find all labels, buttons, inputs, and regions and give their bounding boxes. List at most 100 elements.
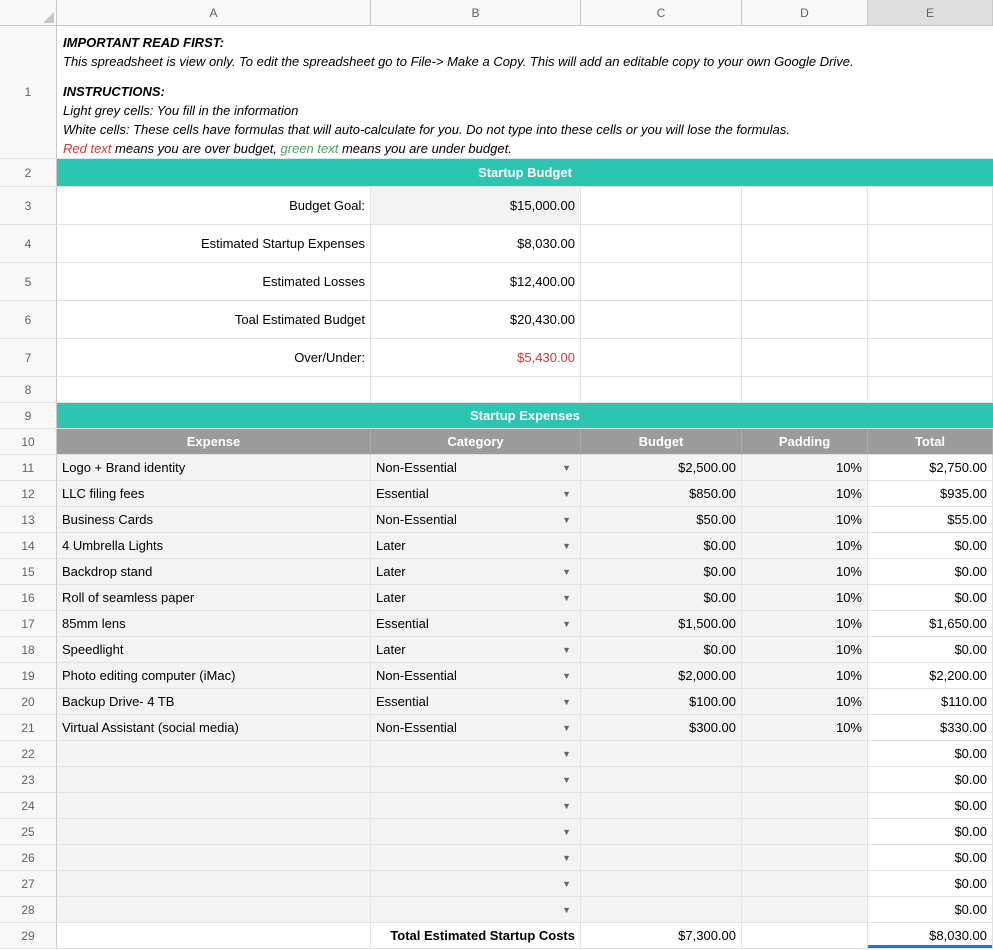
row-number[interactable]: 15 — [0, 559, 57, 585]
dropdown-arrow-icon[interactable]: ▼ — [562, 749, 575, 759]
budget-cell[interactable]: $1,500.00 — [581, 611, 742, 637]
grand-total-cell[interactable]: $8,030.00 — [868, 923, 993, 949]
total-cell[interactable]: $0.00 — [868, 741, 993, 767]
row-number[interactable]: 29 — [0, 923, 57, 949]
row-number[interactable]: 1 — [0, 26, 57, 159]
row-number[interactable]: 13 — [0, 507, 57, 533]
empty-cell[interactable] — [581, 225, 742, 263]
empty-cell[interactable] — [742, 263, 868, 301]
category-cell[interactable]: Later▼ — [371, 559, 581, 585]
padding-cell[interactable]: 10% — [742, 689, 868, 715]
budget-cell[interactable] — [581, 845, 742, 871]
expenses-section-title[interactable]: Startup Expenses — [57, 403, 993, 429]
padding-cell[interactable]: 10% — [742, 507, 868, 533]
padding-cell[interactable] — [742, 845, 868, 871]
empty-cell[interactable] — [581, 301, 742, 339]
budget-label-cell[interactable]: Over/Under: — [57, 339, 371, 377]
budget-cell[interactable] — [581, 793, 742, 819]
budget-cell[interactable] — [581, 767, 742, 793]
column-header-c[interactable]: C — [581, 0, 742, 26]
dropdown-arrow-icon[interactable]: ▼ — [562, 567, 575, 577]
budget-label-cell[interactable]: Budget Goal: — [57, 187, 371, 225]
category-cell[interactable]: ▼ — [371, 845, 581, 871]
row-number[interactable]: 23 — [0, 767, 57, 793]
category-cell[interactable]: Non-Essential▼ — [371, 507, 581, 533]
category-cell[interactable]: Later▼ — [371, 585, 581, 611]
dropdown-arrow-icon[interactable]: ▼ — [562, 541, 575, 551]
budget-cell[interactable] — [581, 897, 742, 923]
padding-cell[interactable]: 10% — [742, 585, 868, 611]
expense-name-cell[interactable]: LLC filing fees — [57, 481, 371, 507]
budget-cell[interactable]: $0.00 — [581, 637, 742, 663]
empty-cell[interactable] — [742, 923, 868, 949]
dropdown-arrow-icon[interactable]: ▼ — [562, 827, 575, 837]
row-number[interactable]: 25 — [0, 819, 57, 845]
total-cell[interactable]: $110.00 — [868, 689, 993, 715]
budget-label-cell[interactable]: Estimated Startup Expenses — [57, 225, 371, 263]
expense-name-cell[interactable]: Backup Drive- 4 TB — [57, 689, 371, 715]
column-header-b[interactable]: B — [371, 0, 581, 26]
category-cell[interactable]: Essential▼ — [371, 611, 581, 637]
expense-name-cell[interactable] — [57, 897, 371, 923]
row-number[interactable]: 19 — [0, 663, 57, 689]
expense-name-cell[interactable]: 4 Umbrella Lights — [57, 533, 371, 559]
total-cell[interactable]: $935.00 — [868, 481, 993, 507]
column-header-d[interactable]: D — [742, 0, 868, 26]
row-number[interactable]: 6 — [0, 301, 57, 339]
empty-cell[interactable] — [868, 301, 993, 339]
padding-cell[interactable] — [742, 897, 868, 923]
total-cell[interactable]: $0.00 — [868, 897, 993, 923]
total-cell[interactable]: $0.00 — [868, 845, 993, 871]
expense-name-cell[interactable]: Roll of seamless paper — [57, 585, 371, 611]
header-padding[interactable]: Padding — [742, 429, 868, 455]
expense-name-cell[interactable]: Virtual Assistant (social media) — [57, 715, 371, 741]
dropdown-arrow-icon[interactable]: ▼ — [562, 515, 575, 525]
budget-label-cell[interactable]: Estimated Losses — [57, 263, 371, 301]
total-cell[interactable]: $0.00 — [868, 585, 993, 611]
total-budget-cell[interactable]: $7,300.00 — [581, 923, 742, 949]
budget-value-cell[interactable]: $12,400.00 — [371, 263, 581, 301]
expense-name-cell[interactable] — [57, 767, 371, 793]
expense-name-cell[interactable] — [57, 845, 371, 871]
total-cell[interactable]: $0.00 — [868, 767, 993, 793]
total-cell[interactable]: $330.00 — [868, 715, 993, 741]
row-number[interactable]: 4 — [0, 225, 57, 263]
budget-cell[interactable]: $0.00 — [581, 585, 742, 611]
header-expense[interactable]: Expense — [57, 429, 371, 455]
budget-value-cell[interactable]: $20,430.00 — [371, 301, 581, 339]
budget-cell[interactable]: $0.00 — [581, 559, 742, 585]
padding-cell[interactable]: 10% — [742, 533, 868, 559]
padding-cell[interactable]: 10% — [742, 455, 868, 481]
padding-cell[interactable] — [742, 871, 868, 897]
select-all-corner[interactable] — [0, 0, 57, 26]
category-cell[interactable]: ▼ — [371, 741, 581, 767]
dropdown-arrow-icon[interactable]: ▼ — [562, 879, 575, 889]
expense-name-cell[interactable] — [57, 819, 371, 845]
dropdown-arrow-icon[interactable]: ▼ — [562, 801, 575, 811]
empty-cell[interactable] — [57, 923, 371, 949]
column-header-e[interactable]: E — [868, 0, 993, 26]
padding-cell[interactable]: 10% — [742, 481, 868, 507]
budget-cell[interactable] — [581, 819, 742, 845]
instructions-cell[interactable]: IMPORTANT READ FIRST: This spreadsheet i… — [57, 26, 993, 159]
total-cell[interactable]: $55.00 — [868, 507, 993, 533]
category-cell[interactable]: ▼ — [371, 897, 581, 923]
row-number[interactable]: 24 — [0, 793, 57, 819]
budget-cell[interactable]: $100.00 — [581, 689, 742, 715]
padding-cell[interactable]: 10% — [742, 637, 868, 663]
category-cell[interactable]: ▼ — [371, 819, 581, 845]
dropdown-arrow-icon[interactable]: ▼ — [562, 463, 575, 473]
empty-cell[interactable] — [742, 225, 868, 263]
empty-cell[interactable] — [581, 263, 742, 301]
row-number[interactable]: 21 — [0, 715, 57, 741]
expense-name-cell[interactable]: Photo editing computer (iMac) — [57, 663, 371, 689]
row-number[interactable]: 28 — [0, 897, 57, 923]
row-number[interactable]: 18 — [0, 637, 57, 663]
budget-cell[interactable]: $50.00 — [581, 507, 742, 533]
category-cell[interactable]: Later▼ — [371, 533, 581, 559]
dropdown-arrow-icon[interactable]: ▼ — [562, 593, 575, 603]
empty-cell[interactable] — [742, 187, 868, 225]
padding-cell[interactable]: 10% — [742, 663, 868, 689]
total-cell[interactable]: $2,750.00 — [868, 455, 993, 481]
dropdown-arrow-icon[interactable]: ▼ — [562, 723, 575, 733]
